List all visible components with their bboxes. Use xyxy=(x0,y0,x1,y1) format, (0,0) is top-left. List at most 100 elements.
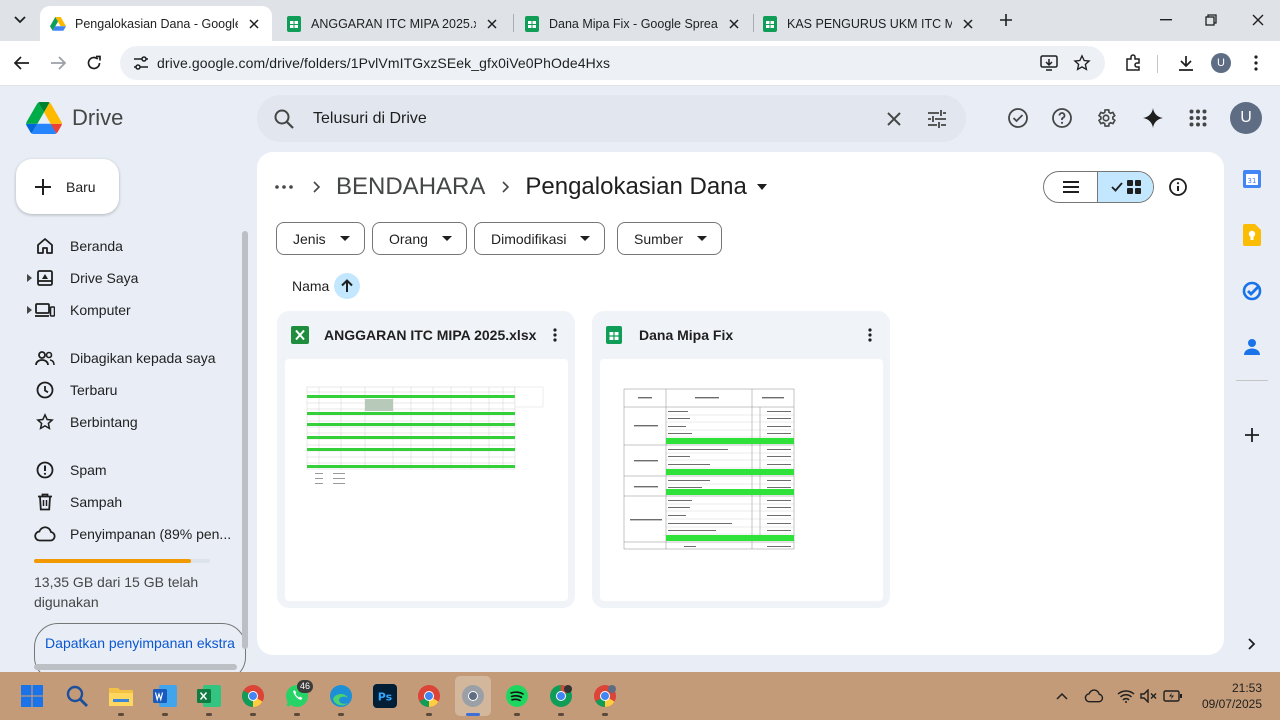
search-options-icon[interactable] xyxy=(925,107,949,131)
calendar-icon[interactable]: 31 xyxy=(1240,167,1264,191)
site-info-icon[interactable] xyxy=(132,54,150,72)
back-button[interactable] xyxy=(11,52,33,74)
search-icon[interactable] xyxy=(273,108,295,130)
file-card[interactable]: ANGGARAN ITC MIPA 2025.xlsx xyxy=(277,311,575,608)
profile-button[interactable]: U xyxy=(1210,52,1232,74)
nav-storage[interactable]: Penyimpanan (89% pen... xyxy=(24,519,231,549)
filter-modified-chip[interactable]: Dimodifikasi xyxy=(474,222,606,255)
install-app-icon[interactable] xyxy=(1039,53,1059,73)
close-tab-icon[interactable] xyxy=(726,16,742,32)
extensions-icon[interactable] xyxy=(1122,52,1144,74)
wifi-icon[interactable] xyxy=(1116,686,1136,706)
ready-for-offline-icon[interactable] xyxy=(1006,106,1030,130)
onedrive-cloud-icon[interactable] xyxy=(1084,686,1104,706)
reload-button[interactable] xyxy=(83,52,105,74)
clear-search-icon[interactable] xyxy=(882,107,906,131)
bookmark-star-icon[interactable] xyxy=(1072,53,1092,73)
expand-caret-icon[interactable] xyxy=(24,306,34,314)
account-avatar[interactable]: U xyxy=(1230,102,1262,134)
tab-anggaran[interactable]: ANGGARAN ITC MIPA 2025.xlsx xyxy=(276,6,510,41)
address-bar[interactable]: drive.google.com/drive/folders/1PvlVmITG… xyxy=(120,46,1105,80)
details-info-icon[interactable] xyxy=(1167,176,1189,198)
search-input[interactable]: Telusuri di Drive xyxy=(313,110,427,128)
filter-source-chip[interactable]: Sumber xyxy=(617,222,723,255)
nav-trash[interactable]: Sampah xyxy=(24,487,122,517)
spotify-icon[interactable] xyxy=(501,680,533,712)
tab-dana-mipa[interactable]: Dana Mipa Fix - Google Spreadsheets xyxy=(514,6,752,41)
close-tab-icon[interactable] xyxy=(246,16,262,32)
get-addons-plus-icon[interactable] xyxy=(1240,423,1264,447)
taskbar-clock[interactable]: 21:53 09/07/2025 xyxy=(1202,680,1262,712)
new-button[interactable]: Baru xyxy=(16,159,119,214)
chrome-profile-icon[interactable] xyxy=(413,680,445,712)
browser-menu-icon[interactable] xyxy=(1245,52,1267,74)
photoshop-icon[interactable]: Ps xyxy=(369,680,401,712)
google-apps-icon[interactable] xyxy=(1186,106,1210,130)
new-button-label: Baru xyxy=(66,178,96,195)
restore-button[interactable] xyxy=(1201,10,1221,30)
taskbar-search-icon[interactable] xyxy=(61,680,93,712)
expand-caret-icon[interactable] xyxy=(24,274,34,282)
chrome-profile-2-icon[interactable] xyxy=(545,680,577,712)
show-hidden-icons-chevron-icon[interactable] xyxy=(1052,686,1072,706)
show-side-panel-chevron-icon[interactable] xyxy=(1240,632,1264,656)
volume-muted-icon[interactable] xyxy=(1139,686,1159,706)
list-view-button[interactable] xyxy=(1044,172,1097,202)
battery-charging-icon[interactable] xyxy=(1163,686,1183,706)
filter-type-chip[interactable]: Jenis xyxy=(276,222,365,255)
sheets-icon xyxy=(286,15,302,32)
nav-shared-with-me[interactable]: Dibagikan kepada saya xyxy=(24,343,216,373)
nav-home[interactable]: Beranda xyxy=(24,231,123,261)
chrome-icon[interactable] xyxy=(237,680,269,712)
folder-menu-caret-icon[interactable] xyxy=(756,184,767,190)
more-actions-icon[interactable] xyxy=(545,325,565,345)
chrome-profile-3-icon[interactable] xyxy=(589,680,621,712)
help-icon[interactable] xyxy=(1050,106,1074,130)
settings-gear-icon[interactable] xyxy=(1094,106,1118,130)
tab-search-button[interactable] xyxy=(8,8,32,32)
windows-start-icon[interactable] xyxy=(16,680,48,712)
grid-icon xyxy=(1126,180,1141,194)
sidebar-scrollbar[interactable] xyxy=(242,231,248,649)
more-actions-icon[interactable] xyxy=(860,325,880,345)
file-thumbnail[interactable] xyxy=(600,359,883,601)
nav-my-drive[interactable]: Drive Saya xyxy=(24,263,138,293)
sort-direction-button[interactable] xyxy=(334,273,360,299)
breadcrumb-more-icon[interactable] xyxy=(272,175,296,199)
forward-button[interactable] xyxy=(47,52,69,74)
sidebar-horizontal-scrollbar[interactable] xyxy=(34,664,237,670)
file-explorer-icon[interactable] xyxy=(105,680,137,712)
nav-starred[interactable]: Berbintang xyxy=(24,407,138,437)
new-tab-button[interactable] xyxy=(996,10,1016,30)
minimize-button[interactable] xyxy=(1156,10,1176,30)
nav-spam[interactable]: Spam xyxy=(24,455,107,485)
close-tab-icon[interactable] xyxy=(960,16,976,32)
tasks-icon[interactable] xyxy=(1240,279,1264,303)
keep-icon[interactable] xyxy=(1240,223,1264,247)
nav-computers[interactable]: Komputer xyxy=(24,295,131,325)
chip-label: Sumber xyxy=(634,230,684,247)
close-window-button[interactable] xyxy=(1248,10,1268,30)
contacts-icon[interactable] xyxy=(1240,335,1264,359)
file-card[interactable]: Dana Mipa Fix xyxy=(592,311,890,608)
grid-view-button[interactable] xyxy=(1097,172,1153,202)
search-bar[interactable]: Telusuri di Drive xyxy=(257,95,966,142)
gemini-sparkle-icon[interactable] xyxy=(1141,106,1165,130)
file-thumbnail[interactable] xyxy=(285,359,568,601)
tab-kas-pengurus[interactable]: KAS PENGURUS UKM ITC MIPA xyxy=(752,6,986,41)
edge-icon[interactable] xyxy=(325,680,357,712)
sort-by-name[interactable]: Nama xyxy=(292,278,329,294)
close-tab-icon[interactable] xyxy=(484,16,500,32)
storage-usage-text: 13,35 GB dari 15 GB telah digunakan xyxy=(34,574,199,610)
chrome-active-icon[interactable] xyxy=(457,680,489,712)
excel-icon[interactable] xyxy=(193,680,225,712)
word-icon[interactable] xyxy=(149,680,181,712)
downloads-icon[interactable] xyxy=(1175,52,1197,74)
tab-drive[interactable]: Pengalokasian Dana - Google Drive xyxy=(40,6,272,41)
drive-logo[interactable]: Drive xyxy=(26,102,123,134)
nav-label: Komputer xyxy=(70,302,131,318)
nav-recent[interactable]: Terbaru xyxy=(24,375,117,405)
breadcrumb-parent[interactable]: BENDAHARA xyxy=(336,173,485,201)
breadcrumb-current[interactable]: Pengalokasian Dana xyxy=(525,173,747,201)
filter-people-chip[interactable]: Orang xyxy=(372,222,467,255)
